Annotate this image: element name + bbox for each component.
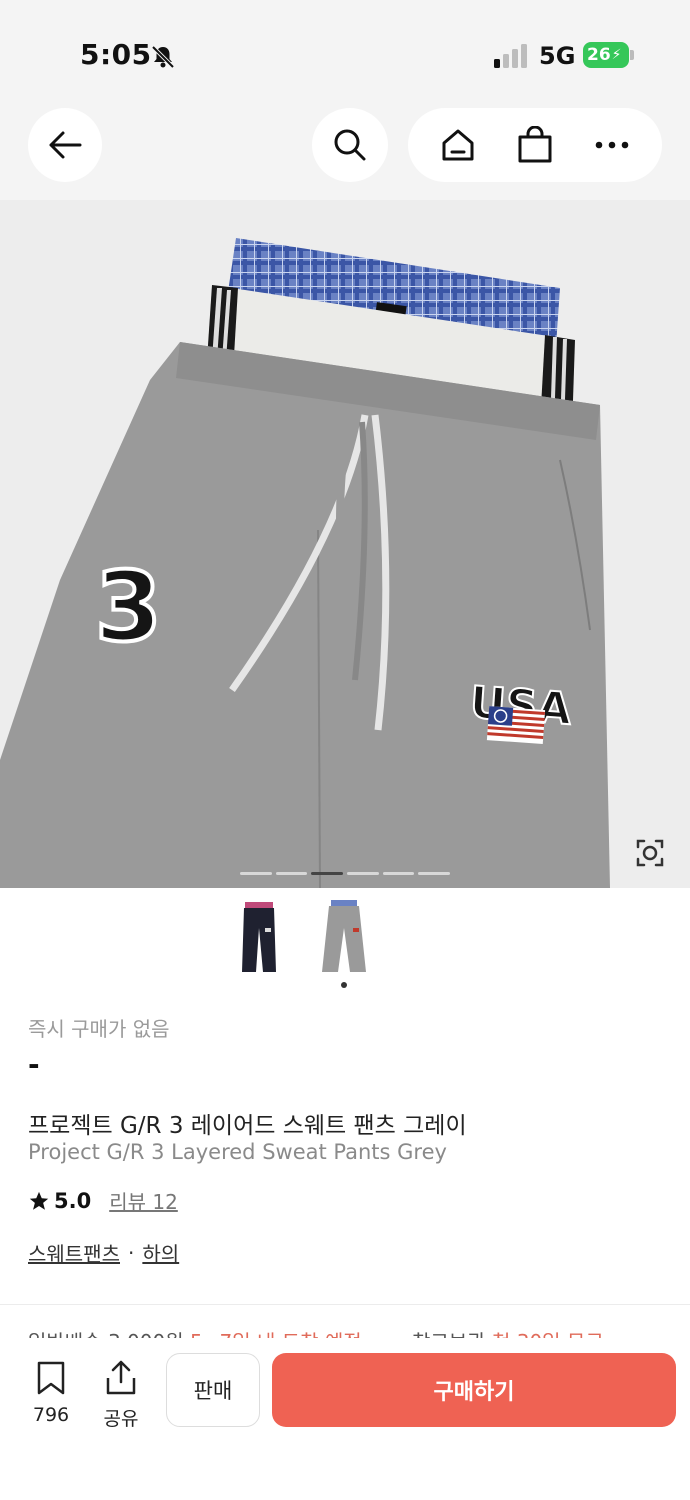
share-label: 공유: [103, 1408, 139, 1430]
pager-segment: [311, 872, 344, 875]
network-label: 5G: [539, 42, 576, 70]
category-tags: 스웨트팬츠 · 하의: [28, 1238, 179, 1267]
sweat-pants-image: 3 USA: [0, 238, 610, 888]
top-nav: [0, 100, 690, 200]
home-icon: [442, 129, 474, 161]
tag-separator: ·: [128, 1240, 135, 1265]
price: -: [28, 1048, 40, 1081]
nav-actions: [408, 108, 662, 182]
rating: 5.0 리뷰 12: [28, 1186, 178, 1215]
thumbnail-grey[interactable]: [314, 898, 374, 974]
sell-button[interactable]: 판매: [166, 1353, 260, 1427]
battery-level: 26: [587, 45, 611, 65]
battery-tip: [630, 50, 634, 60]
more-button[interactable]: [584, 117, 640, 173]
image-pager: [240, 872, 451, 875]
instant-purchase-label: 즉시 구매가 없음: [28, 1017, 170, 1041]
thumbnail-selected-dot: [341, 982, 347, 988]
status-bar: 5:05 5G 26 ⚡: [0, 0, 690, 110]
bottom-action-bar: 796 공유 판매 구매하기: [0, 1338, 690, 1500]
search-button[interactable]: [312, 108, 388, 182]
bookmark-button[interactable]: 796: [28, 1360, 74, 1426]
back-button[interactable]: [28, 108, 102, 182]
color-thumbnails: [0, 890, 690, 990]
status-time: 5:05: [80, 38, 152, 71]
pager-segment: [347, 872, 379, 875]
signal-icon: [494, 44, 527, 68]
pager-segment: [240, 872, 272, 875]
divider: [0, 1304, 690, 1305]
bookmark-count: 796: [32, 1404, 70, 1426]
svg-text:3: 3: [95, 551, 162, 663]
bell-off-icon: [151, 45, 175, 69]
shopping-bag-icon: [518, 126, 552, 163]
lens-search-icon[interactable]: [630, 833, 670, 873]
star-icon: [29, 1191, 49, 1210]
tag-bottoms[interactable]: 하의: [142, 1238, 179, 1267]
more-horizontal-icon: [595, 141, 628, 149]
thumbnail-black[interactable]: [229, 898, 289, 974]
pager-segment: [275, 872, 308, 875]
tag-sweatpants[interactable]: 스웨트팬츠: [28, 1238, 120, 1267]
buy-button[interactable]: 구매하기: [272, 1353, 676, 1427]
arrow-left-icon: [49, 131, 82, 159]
product-title-ko: 프로젝트 G/R 3 레이어드 스웨트 팬츠 그레이: [28, 1113, 467, 1139]
product-image[interactable]: 3 USA: [0, 200, 690, 888]
home-button[interactable]: [430, 117, 486, 173]
product-title-en: Project G/R 3 Layered Sweat Pants Grey: [28, 1140, 447, 1164]
battery-icon: 26 ⚡: [583, 42, 629, 68]
share-icon: [106, 1360, 136, 1395]
rating-score: 5.0: [54, 1188, 92, 1213]
shopping-bag-button[interactable]: [507, 117, 563, 173]
bookmark-icon: [37, 1361, 65, 1395]
search-icon: [334, 129, 366, 161]
review-link[interactable]: 리뷰 12: [109, 1186, 178, 1215]
pager-segment: [418, 872, 451, 875]
pager-segment: [382, 872, 415, 875]
share-button[interactable]: 공유: [98, 1360, 144, 1431]
